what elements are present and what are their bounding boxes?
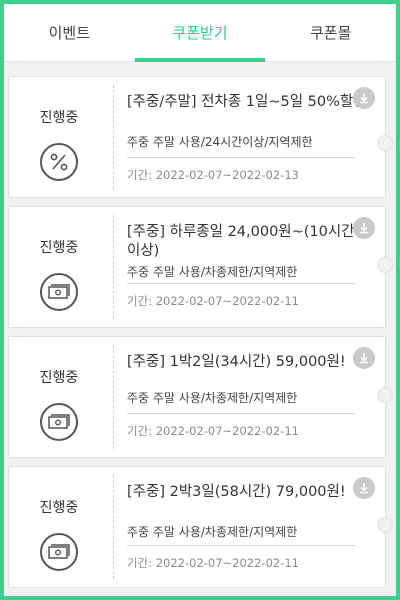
coupon-title: [주중] 하루종일 24,000원~(10시간 이상) — [127, 224, 355, 259]
ticket-notch — [377, 387, 393, 403]
tab-bar: 이벤트 쿠폰받기 쿠폰몰 — [4, 4, 396, 62]
coupon-description: 주중 주말 사용/차종제한/지역제한 — [127, 525, 298, 539]
coupon-card[interactable]: 진행중 [주중/주말] 전차종 1일~5일 50%할인! 주중 주말 사용/24… — [8, 76, 393, 198]
coupon-info: [주중] 1박2일(34시간) 59,000원! 주중 주말 사용/차종제한/지… — [127, 337, 385, 457]
download-icon[interactable] — [353, 87, 375, 109]
download-icon[interactable] — [353, 217, 375, 239]
coupon-title: [주중] 1박2일(34시간) 59,000원! — [127, 354, 346, 370]
coupon-period: 기간: 2022-02-07~2022-02-11 — [127, 294, 299, 308]
app-frame: 이벤트 쿠폰받기 쿠폰몰 진행중 [주중/주말] 전차종 1일~5일 50%할인… — [4, 4, 396, 596]
coupon-divider — [113, 475, 114, 579]
coupon-divider — [113, 215, 114, 319]
tab-event[interactable]: 이벤트 — [4, 4, 135, 61]
ticket-notch — [377, 135, 393, 151]
ticket-notch — [377, 257, 393, 273]
tab-get-coupon[interactable]: 쿠폰받기 — [134, 4, 266, 62]
coupon-info: [주중/주말] 전차종 1일~5일 50%할인! 주중 주말 사용/24시간이상… — [127, 77, 385, 197]
coupon-card[interactable]: 진행중 [주중] 2박3일(58시간) 79,000원! 주중 주말 사용/차종… — [8, 466, 393, 588]
coupon-status-area: 진행중 — [9, 77, 109, 197]
coupon-description: 주중 주말 사용/24시간이상/지역제한 — [127, 135, 313, 149]
coupon-separator — [127, 283, 355, 284]
ticket-notch — [377, 517, 393, 533]
coupon-period: 기간: 2022-02-07~2022-02-11 — [127, 424, 299, 438]
coupon-status: 진행중 — [39, 500, 79, 516]
cash-icon — [40, 533, 78, 571]
coupon-separator — [127, 157, 355, 158]
coupon-card[interactable]: 진행중 [주중] 1박2일(34시간) 59,000원! 주중 주말 사용/차종… — [8, 336, 393, 458]
coupon-info: [주중] 2박3일(58시간) 79,000원! 주중 주말 사용/차종제한/지… — [127, 467, 385, 587]
coupon-period: 기간: 2022-02-07~2022-02-13 — [127, 168, 299, 182]
coupon-status: 진행중 — [39, 240, 79, 256]
coupon-status-area: 진행중 — [9, 207, 109, 327]
cash-icon — [40, 403, 78, 441]
coupon-separator — [127, 413, 355, 414]
download-icon[interactable] — [353, 477, 375, 499]
coupon-status: 진행중 — [39, 370, 79, 386]
tab-coupon-mall[interactable]: 쿠폰몰 — [265, 4, 396, 61]
coupon-title: [주중] 2박3일(58시간) 79,000원! — [127, 484, 346, 500]
coupon-status-area: 진행중 — [9, 467, 109, 587]
coupon-separator — [127, 545, 355, 546]
coupon-period: 기간: 2022-02-07~2022-02-11 — [127, 556, 299, 570]
coupon-divider — [113, 85, 114, 189]
coupon-description: 주중 주말 사용/차종제한/지역제한 — [127, 265, 298, 279]
download-icon[interactable] — [353, 347, 375, 369]
coupon-divider — [113, 345, 114, 449]
coupon-status: 진행중 — [39, 110, 79, 126]
coupon-status-area: 진행중 — [9, 337, 109, 457]
percent-icon — [40, 143, 78, 181]
coupon-description: 주중 주말 사용/차종제한/지역제한 — [127, 391, 298, 405]
coupon-info: [주중] 하루종일 24,000원~(10시간 이상) 주중 주말 사용/차종제… — [127, 207, 385, 327]
coupon-title: [주중/주말] 전차종 1일~5일 50%할인! — [127, 94, 363, 110]
coupon-card[interactable]: 진행중 [주중] 하루종일 24,000원~(10시간 이상) 주중 주말 사용… — [8, 206, 393, 328]
cash-icon — [40, 273, 78, 311]
